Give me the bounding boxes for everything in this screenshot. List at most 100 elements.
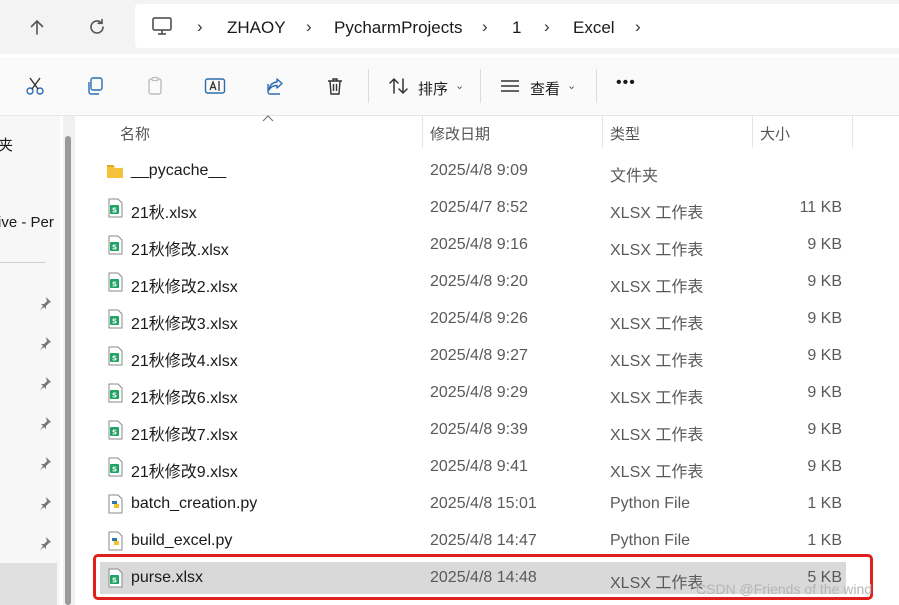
file-date: 2025/4/8 9:16 [430,236,528,253]
excel-file-icon: S [106,457,124,477]
column-header-type[interactable]: 类型 [610,123,640,153]
column-divider[interactable] [422,116,423,148]
file-row[interactable]: __pycache__ 2025/4/8 9:09 文件夹 [100,155,846,187]
svg-text:S: S [112,207,117,215]
file-row[interactable]: S 21秋修改3.xlsx 2025/4/8 9:26 XLSX 工作表 9 KB [100,303,846,335]
file-type: XLSX 工作表 [610,279,704,296]
rename-button[interactable] [200,71,230,101]
sort-label[interactable]: 排序 [418,78,448,99]
copy-icon [88,77,103,95]
breadcrumb-separator-icon[interactable]: › [635,17,641,37]
copy-button[interactable] [80,71,110,101]
pin-icon[interactable] [38,496,52,510]
nav-item-onedrive[interactable]: ive - Per [0,214,54,231]
file-date: 2025/4/8 9:27 [430,347,528,364]
refresh-button[interactable] [80,10,114,44]
view-icon [501,80,519,92]
file-row[interactable]: S 21秋修改6.xlsx 2025/4/8 9:29 XLSX 工作表 9 KB [100,377,846,409]
file-row[interactable]: S 21秋修改9.xlsx 2025/4/8 9:41 XLSX 工作表 9 KB [100,451,846,483]
rename-icon [204,78,226,94]
file-row[interactable]: S 21秋修改7.xlsx 2025/4/8 9:39 XLSX 工作表 9 KB [100,414,846,446]
file-size: 9 KB [807,310,842,327]
delete-button[interactable] [320,71,350,101]
excel-file-icon: S [106,272,124,292]
chevron-down-icon[interactable]: ⌄ [567,79,576,92]
file-type: Python File [610,532,691,549]
file-size: 9 KB [807,421,842,438]
excel-file-icon: S [106,420,124,440]
nav-item-folder[interactable]: 夹 [0,134,13,155]
file-date: 2025/4/8 14:47 [430,532,537,549]
nav-item-selected[interactable] [0,563,57,605]
breadcrumb-separator-icon[interactable]: › [544,17,550,37]
column-header-name[interactable]: 名称 [120,123,150,153]
column-divider[interactable] [602,116,603,148]
column-divider[interactable] [752,116,753,148]
column-header-size[interactable]: 大小 [760,123,790,153]
file-row[interactable]: S 21秋.xlsx 2025/4/7 8:52 XLSX 工作表 11 KB [100,192,846,224]
scissors-icon [26,77,44,95]
breadcrumb-separator-icon[interactable]: › [306,17,312,37]
view-button[interactable] [495,71,525,101]
svg-text:S: S [112,429,117,437]
nav-scrollbar-thumb[interactable] [65,136,71,605]
paste-button[interactable] [140,71,170,101]
file-date: 2025/4/8 9:41 [430,458,528,475]
file-name: build_excel.py [131,532,233,549]
breadcrumb-separator-icon[interactable]: › [197,17,203,37]
breadcrumb-item-1[interactable]: 1 [512,18,521,38]
file-size: 9 KB [807,384,842,401]
file-date: 2025/4/8 9:29 [430,384,528,401]
more-options-button[interactable]: ••• [616,74,636,92]
share-button[interactable] [260,71,290,101]
python-file-icon [106,531,124,551]
pin-icon[interactable] [38,456,52,470]
file-type: XLSX 工作表 [610,464,704,481]
file-row[interactable]: S 21秋修改4.xlsx 2025/4/8 9:27 XLSX 工作表 9 KB [100,340,846,372]
breadcrumb-item-pycharmprojects[interactable]: PycharmProjects [334,18,462,38]
python-file-icon [106,494,124,514]
file-name: 21秋修改.xlsx [131,242,229,259]
pin-icon[interactable] [38,296,52,310]
file-row[interactable]: build_excel.py 2025/4/8 14:47 Python File 1… [100,525,846,557]
computer-icon[interactable] [151,16,173,36]
breadcrumb-item-excel[interactable]: Excel [573,18,615,38]
file-type: Python File [610,495,691,512]
file-size: 9 KB [807,347,842,364]
file-name: batch_creation.py [131,495,258,512]
view-label[interactable]: 查看 [530,78,560,99]
file-row[interactable]: S 21秋修改2.xlsx 2025/4/8 9:20 XLSX 工作表 9 KB [100,266,846,298]
toolbar-divider [596,69,597,103]
cut-button[interactable] [20,71,50,101]
chevron-down-icon[interactable]: ⌄ [455,79,464,92]
pin-icon[interactable] [38,416,52,430]
file-type: XLSX 工作表 [610,390,704,407]
column-divider[interactable] [852,116,853,148]
up-button[interactable] [20,10,54,44]
sort-icon [389,77,408,95]
pin-icon[interactable] [38,376,52,390]
excel-file-icon: S [106,383,124,403]
file-row[interactable]: batch_creation.py 2025/4/8 15:01 Python Fi… [100,488,846,520]
file-name: 21秋修改2.xlsx [131,279,238,296]
nav-divider [0,262,46,263]
navigation-pane: 夹 ive - Per [0,116,60,605]
breadcrumb-item-zhaoy[interactable]: ZHAOY [227,18,286,38]
file-size: 11 KB [799,199,842,216]
svg-text:S: S [112,355,117,363]
file-name: 21秋修改4.xlsx [131,353,238,370]
file-size: 9 KB [807,273,842,290]
column-header-date[interactable]: 修改日期 [430,123,490,153]
command-bar: 排序 ⌄ 查看 ⌄ ••• [0,57,899,116]
pin-icon[interactable] [38,536,52,550]
breadcrumb-separator-icon[interactable]: › [482,17,488,37]
excel-file-icon: S [106,346,124,366]
file-type: XLSX 工作表 [610,353,704,370]
file-date: 2025/4/8 9:20 [430,273,528,290]
file-date: 2025/4/8 9:39 [430,421,528,438]
file-type: XLSX 工作表 [610,427,704,444]
file-row[interactable]: S 21秋修改.xlsx 2025/4/8 9:16 XLSX 工作表 9 KB [100,229,846,261]
file-date: 2025/4/7 8:52 [430,199,528,216]
sort-button[interactable] [384,71,414,101]
pin-icon[interactable] [38,336,52,350]
